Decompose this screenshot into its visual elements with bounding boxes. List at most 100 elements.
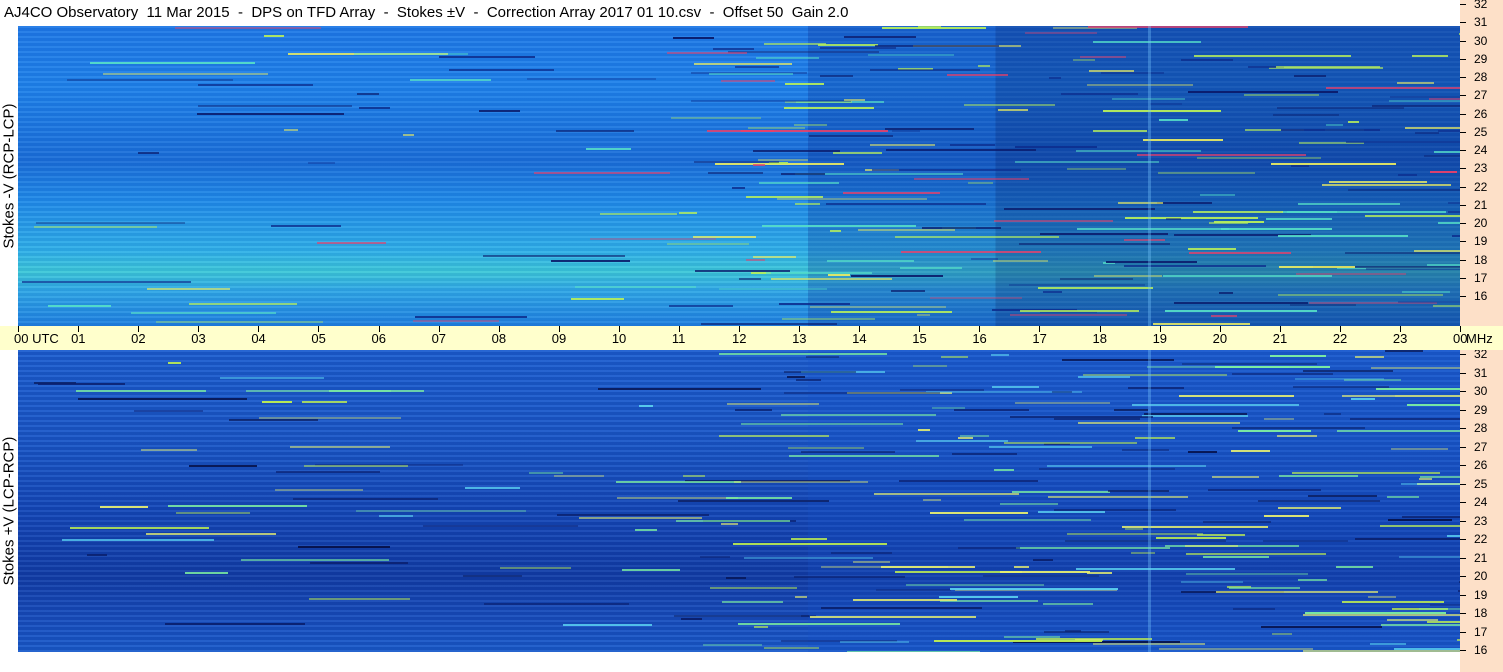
rfi-streak [753,625,769,628]
rfi-streak [1429,604,1460,607]
rfi-streak [1276,435,1318,438]
freq-tick: 22 [1460,533,1503,546]
rfi-streak [100,506,149,509]
time-tick-label: 19 [1152,331,1168,346]
rfi-streak [1193,54,1351,57]
rfi-streak [953,408,1030,411]
rfi-streak [748,127,806,130]
rfi-streak [616,480,741,483]
freq-tick-mark [1460,113,1466,115]
freq-tick-label: 28 [1474,421,1488,435]
rfi-streak [766,271,872,274]
rfi-streak [1076,567,1236,570]
rfi-streak [1232,373,1333,376]
rfi-streak [1128,387,1184,390]
rfi-streak [830,310,952,313]
rfi-streak [690,100,851,103]
rfi-streak [872,169,1021,172]
rfi-streak [1398,300,1460,303]
rfi-streak [913,365,948,368]
rfi-streak [820,75,853,78]
rfi-streak [292,498,439,501]
rfi-streak [1107,489,1169,492]
rfi-streak [308,162,335,165]
rfi-streak [1014,565,1029,568]
rfi-streak [997,109,1028,112]
vertical-interference-stripe [1147,26,1151,326]
rfi-streak [895,235,1059,238]
rfi-streak [1015,546,1170,549]
rfi-streak [1263,539,1349,542]
rfi-streak [732,542,888,545]
rfi-streak [826,260,914,263]
rfi-streak [839,641,910,644]
freq-tick-mark [1460,186,1466,188]
rfi-streak [1039,467,1175,470]
rfi-streak [1078,421,1241,424]
freq-tick-mark [1460,40,1466,42]
rfi-streak [1123,264,1267,267]
rfi-streak [1298,203,1400,206]
rfi-streak [843,35,917,38]
freq-tick-label: 27 [1474,439,1488,454]
rfi-streak [1211,476,1259,479]
rfi-streak [621,568,680,571]
rfi-streak [1174,301,1309,304]
rfi-streak [241,559,389,562]
freq-tick: 21 [1460,197,1503,212]
freq-tick-mark [1460,631,1466,633]
rfi-streak [1087,571,1113,574]
rfi-streak [1346,140,1460,143]
rfi-streak [1163,274,1332,277]
rfi-streak [1106,261,1198,264]
freq-tick: 16 [1460,290,1503,303]
rfi-streak [1221,228,1332,231]
rfi-streak [1215,365,1331,368]
freq-tick-mark [1460,520,1466,522]
rfi-streak [259,416,402,419]
freq-tick-mark [1460,241,1466,243]
rfi-streak [134,409,203,412]
freq-tick: 27 [1460,89,1503,102]
rfi-streak [1143,413,1247,416]
rfi-streak [1290,164,1309,167]
freq-tick-label: 18 [1474,252,1488,267]
freq-tick: 17 [1460,271,1503,285]
freq-tick-label: 16 [1474,643,1488,657]
rfi-streak [708,72,793,75]
rfi-streak [1307,495,1377,498]
rfi-streak [952,452,1017,455]
rfi-streak [785,83,824,86]
rfi-streak [1411,54,1448,57]
rfi-streak [410,79,491,81]
rfi-streak [262,400,293,403]
rfi-streak [1423,154,1460,157]
time-tick-label: 20 [1212,331,1228,346]
freq-tick-label: 25 [1474,476,1488,491]
rfi-streak [1153,322,1251,325]
rfi-streak [810,615,977,618]
freq-tick-label: 32 [1474,0,1488,11]
rfi-streak [800,450,895,453]
rfi-streak [1103,110,1221,113]
rfi-streak [483,602,629,605]
rfi-streak [938,596,1019,599]
freq-tick: 23 [1460,162,1503,175]
rfi-streak [563,624,653,627]
rfi-streak [876,588,951,591]
rfi-streak [703,643,763,646]
freq-tick-mark [1460,4,1466,5]
rfi-streak [781,317,876,320]
rfi-streak [1042,291,1063,294]
rfi-streak [699,556,730,559]
rfi-streak [726,402,820,405]
rfi-streak [673,615,810,618]
rfi-streak [1348,120,1359,123]
rfi-streak [992,385,1040,388]
rfi-streak [575,286,696,289]
rfi-streak [1156,537,1227,540]
rfi-streak [1088,26,1248,29]
spectrogram-bottom [18,350,1460,652]
freq-tick-label: 21 [1474,197,1488,212]
rfi-streak [1012,490,1110,493]
